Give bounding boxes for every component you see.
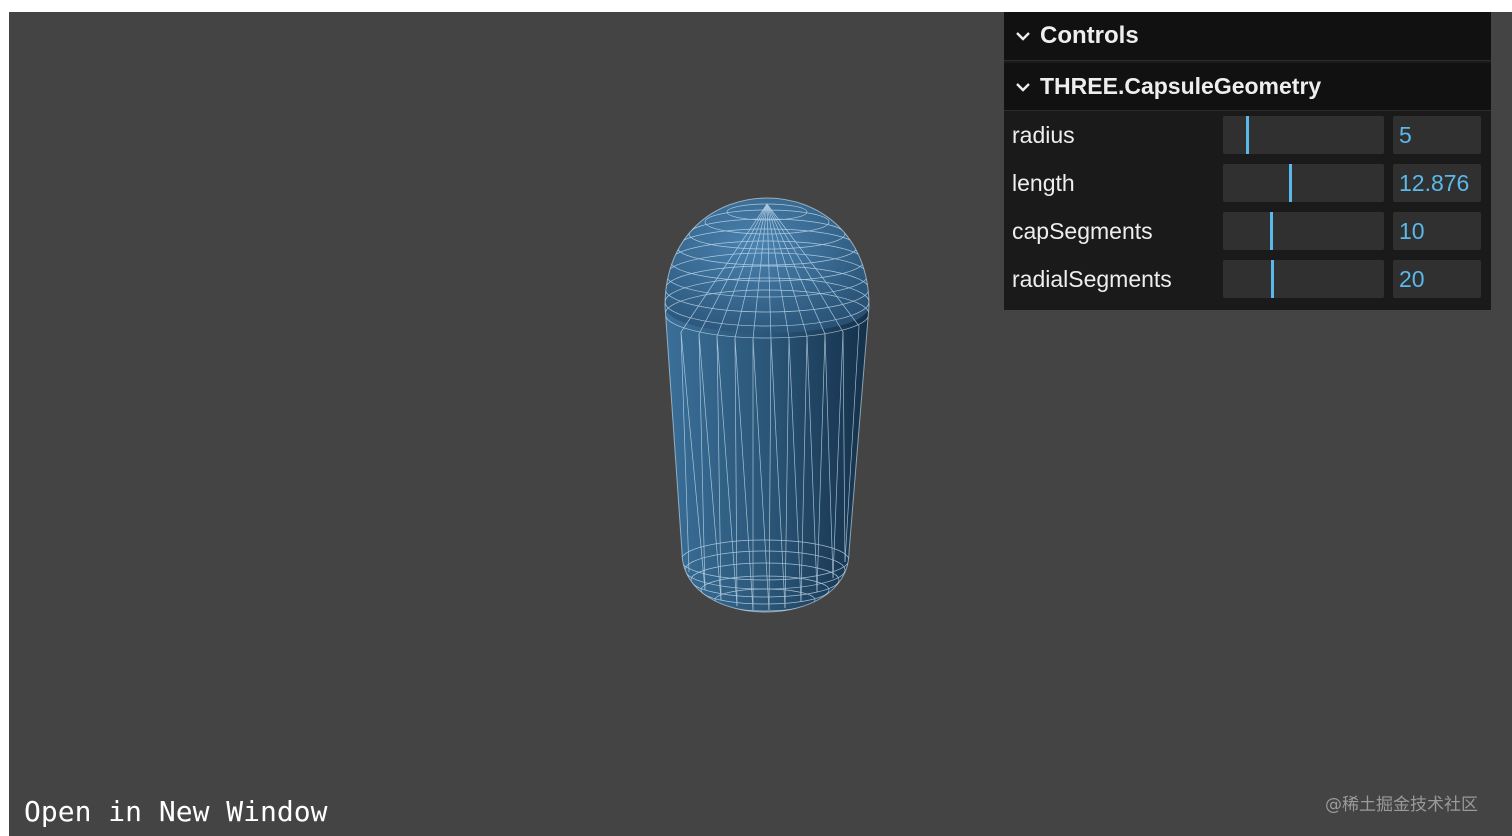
controller-list: radius 5 length 12.876 capSegments 10 ra…	[1004, 111, 1491, 303]
controller-row-radialsegments: radialSegments 20	[1004, 255, 1491, 303]
viewport[interactable]: Controls THREE.CapsuleGeometry radius 5 …	[9, 12, 1512, 836]
radialsegments-slider[interactable]	[1223, 260, 1384, 298]
length-input[interactable]: 12.876	[1393, 164, 1481, 202]
capsegments-input[interactable]: 10	[1393, 212, 1481, 250]
radius-slider[interactable]	[1223, 116, 1384, 154]
slider-handle[interactable]	[1289, 164, 1292, 202]
capsule-mesh	[664, 197, 870, 613]
controller-label: length	[1012, 169, 1075, 196]
watermark: @稀土掘金技术社区	[1325, 795, 1478, 815]
controls-panel: Controls THREE.CapsuleGeometry radius 5 …	[1004, 12, 1491, 310]
folder-title: THREE.CapsuleGeometry	[1040, 73, 1322, 99]
radialsegments-input[interactable]: 20	[1393, 260, 1481, 298]
controller-label: radialSegments	[1012, 265, 1172, 292]
controller-row-radius: radius 5	[1004, 111, 1491, 159]
length-slider[interactable]	[1223, 164, 1384, 202]
controller-label: capSegments	[1012, 217, 1153, 244]
controls-title: Controls	[1040, 22, 1139, 49]
controller-row-length: length 12.876	[1004, 159, 1491, 207]
open-in-new-window-link[interactable]: Open in New Window	[24, 795, 327, 828]
controls-header[interactable]: Controls	[1004, 12, 1491, 61]
slider-handle[interactable]	[1271, 260, 1274, 298]
slider-handle[interactable]	[1246, 116, 1249, 154]
slider-handle[interactable]	[1270, 212, 1273, 250]
controller-row-capsegments: capSegments 10	[1004, 207, 1491, 255]
chevron-down-icon	[1006, 12, 1040, 60]
controller-label: radius	[1012, 121, 1075, 148]
radius-input[interactable]: 5	[1393, 116, 1481, 154]
capsegments-slider[interactable]	[1223, 212, 1384, 250]
chevron-down-icon	[1006, 63, 1040, 110]
folder-header[interactable]: THREE.CapsuleGeometry	[1004, 63, 1491, 111]
